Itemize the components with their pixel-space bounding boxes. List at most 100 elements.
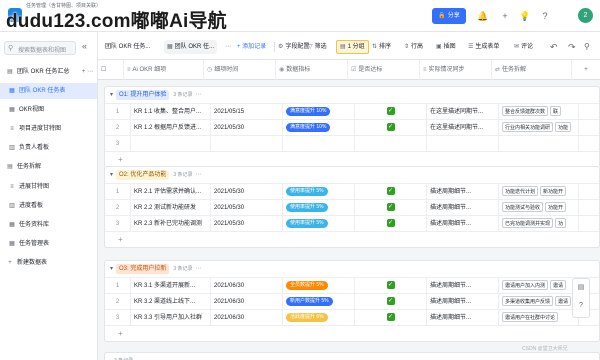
chevron-down-icon[interactable]: ▾: [110, 172, 113, 178]
checkbox-checked[interactable]: ✓: [386, 187, 395, 196]
group-header[interactable]: 3 条记录: [105, 353, 599, 360]
tasks-cell[interactable]: 行业内相关功能调研 功能: [499, 120, 579, 136]
row-height-button[interactable]: ⇕ 行高: [404, 40, 423, 54]
kr-cell[interactable]: KR 2.1 评估需求并确认...: [131, 184, 211, 200]
table-row[interactable]: 1 KR 1.1 收集、整合用户... 2021/05/15 满意度提升 10% ✓ 在这…: [105, 104, 599, 120]
linked-task-chip[interactable]: 功能: [555, 122, 572, 133]
done-checkbox-cell[interactable]: ✓: [355, 294, 427, 310]
checkbox-checked[interactable]: ✓: [386, 123, 395, 132]
date-cell[interactable]: 2021/05/15: [211, 104, 283, 120]
metric-cell[interactable]: 满意度提升 10%: [283, 104, 355, 120]
done-checkbox-cell[interactable]: ✓: [355, 310, 427, 326]
tasks-cell[interactable]: 邀请用户在社群中讨论: [499, 310, 579, 326]
column-header-sync[interactable]: ≡ 实际情况同步: [420, 60, 492, 80]
date-cell[interactable]: 2021/05/30: [211, 184, 283, 200]
group-button[interactable]: ▤ 1 分组: [336, 40, 369, 54]
sync-cell[interactable]: 描述周期细节...: [427, 294, 499, 310]
table-row[interactable]: 3 KR 3.3 引导用户加入社群 2021/06/30 活跃度提升 6% ✓ 描述周期细…: [105, 310, 599, 326]
linked-task-chip[interactable]: 多渠道收集用户反馈: [502, 296, 554, 307]
chevron-down-icon[interactable]: ▾: [110, 266, 113, 272]
group-header[interactable]: ▾ O2: 优化产品功能 3 条记录 ⋯: [105, 167, 599, 184]
metric-cell[interactable]: 活跃度提升 6%: [283, 310, 355, 326]
metric-cell[interactable]: 使用率提升 5%: [283, 184, 355, 200]
kr-cell[interactable]: KR 2.3 新补已完功能调测: [131, 216, 211, 232]
linked-task-chip[interactable]: 功能迭代计划: [502, 186, 539, 197]
tasks-cell[interactable]: 邀请用户加入内测 邀请: [499, 278, 579, 294]
column-header-metric[interactable]: ◉ 数据指标: [276, 60, 348, 80]
idx-cell[interactable]: 1: [105, 184, 131, 200]
tasks-cell[interactable]: 多渠道收集用户反馈 邀请: [499, 294, 579, 310]
column-header-tasks[interactable]: ⇄ 任务拆解: [492, 60, 572, 80]
sync-cell[interactable]: 在这里描述同期节...: [427, 120, 499, 136]
linked-task-chip[interactable]: 联: [550, 106, 562, 117]
done-checkbox-cell[interactable]: ✓: [355, 200, 427, 216]
done-checkbox-cell[interactable]: ✓: [355, 120, 427, 136]
column-header-date[interactable]: ◷ 细项时间: [204, 60, 276, 80]
date-cell[interactable]: 2021/06/30: [211, 278, 283, 294]
chevron-down-icon[interactable]: ▾: [110, 92, 113, 98]
linked-task-chip[interactable]: 新功能开: [540, 186, 567, 197]
linked-task-chip[interactable]: 已完功能调测并实现: [502, 218, 554, 229]
sidebar-item[interactable]: + 新建数据表: [0, 255, 97, 271]
checkbox-checked[interactable]: ✓: [386, 281, 395, 290]
checkbox-checked[interactable]: ✓: [386, 219, 395, 228]
done-checkbox-cell[interactable]: ✓: [355, 184, 427, 200]
kr-cell[interactable]: KR 2.2 测试新功能研发: [131, 200, 211, 216]
sort-button[interactable]: ⇅ 排序: [372, 40, 391, 54]
date-cell[interactable]: [211, 136, 283, 152]
checkbox-checked[interactable]: ✓: [386, 203, 395, 212]
idx-cell[interactable]: 3: [105, 310, 131, 326]
done-checkbox-cell[interactable]: ✓: [355, 216, 427, 232]
tasks-cell[interactable]: 功能迭代计划 新功能开: [499, 184, 579, 200]
group-header[interactable]: ▾ O3: 完成用户拉新 3 条记录 ⋯: [105, 261, 599, 278]
lightbulb-icon[interactable]: 💡: [518, 9, 532, 23]
kr-cell[interactable]: KR 1.1 收集、整合用户...: [131, 104, 211, 120]
image-button[interactable]: ▣ 插图: [436, 40, 456, 54]
sidebar-item[interactable]: ▦ 任务管理表: [0, 236, 97, 252]
idx-cell[interactable]: 2: [105, 120, 131, 136]
metric-cell[interactable]: 使用率提升 5%: [283, 216, 355, 232]
sync-cell[interactable]: 描述周期细节...: [427, 310, 499, 326]
idx-cell[interactable]: 3: [105, 136, 131, 152]
date-cell[interactable]: 2021/05/30: [211, 216, 283, 232]
sidebar-item[interactable]: ▤ 团队 OKR 任务汇总 + ⋯: [0, 64, 97, 80]
linked-task-chip[interactable]: 邀请用户加入内测: [502, 280, 549, 291]
done-checkbox-cell[interactable]: [355, 136, 427, 152]
kr-cell[interactable]: [131, 136, 211, 152]
date-cell[interactable]: 2021/05/30: [211, 200, 283, 216]
table-row[interactable]: 2 KR 1.2 根据用户反馈进... 2021/05/30 满意度提升 10% ✓ 在这…: [105, 120, 599, 136]
table-row[interactable]: 1 KR 2.1 评估需求并确认... 2021/05/30 使用率提升 5% ✓ 描述周…: [105, 184, 599, 200]
comment-button[interactable]: ✉ 评论: [514, 40, 533, 54]
group-more-icon[interactable]: ⋯: [196, 172, 202, 178]
checkbox-checked[interactable]: ✓: [386, 313, 395, 322]
bell-icon[interactable]: 🔔: [476, 9, 490, 23]
tasks-cell[interactable]: 已完功能调测并实现功: [499, 216, 579, 232]
column-header-kr[interactable]: ≡ Ai OKR 细项: [124, 60, 204, 80]
idx-cell[interactable]: 1: [105, 278, 131, 294]
sync-cell[interactable]: 在这里描述同期节...: [427, 104, 499, 120]
linked-task-chip[interactable]: 功: [555, 218, 567, 229]
sidebar-item[interactable]: ≡ 进展甘特图: [0, 179, 97, 195]
table-row[interactable]: 3: [105, 136, 599, 152]
select-all-checkbox[interactable]: ☐: [98, 60, 124, 80]
sidebar-item[interactable]: ▥ 进度看板: [0, 198, 97, 214]
group-more-icon[interactable]: ⋯: [196, 266, 202, 272]
collapse-sidebar-icon[interactable]: «: [82, 41, 87, 51]
metric-cell[interactable]: 使用率提升 5%: [283, 200, 355, 216]
table-row[interactable]: 1 KR 3.1 多渠道开展新... 2021/06/30 全员数提升 5% ✓ 描述周期…: [105, 278, 599, 294]
sync-cell[interactable]: 描述周期细节...: [427, 216, 499, 232]
table-row[interactable]: 2 KR 2.2 测试新功能研发 2021/05/30 使用率提升 5% ✓ 描述周期细节…: [105, 200, 599, 216]
idx-cell[interactable]: 2: [105, 294, 131, 310]
sidebar-item[interactable]: ≡ 项目进度甘特图: [0, 121, 97, 137]
linked-task-chip[interactable]: 邀请用户在社群中讨论: [502, 312, 559, 323]
redo-icon[interactable]: ↷: [568, 40, 576, 54]
plus-icon[interactable]: +: [498, 9, 512, 23]
linked-task-chip[interactable]: 整合反馈建群次数: [502, 106, 549, 117]
kr-cell[interactable]: KR 3.2 渠道线上线下...: [131, 294, 211, 310]
checkbox-checked[interactable]: ✓: [386, 297, 395, 306]
linked-task-chip[interactable]: 邀请: [550, 280, 567, 291]
kr-cell[interactable]: KR 1.2 根据用户反馈进...: [131, 120, 211, 136]
tasks-cell[interactable]: 整合反馈建群次数联: [499, 104, 579, 120]
document-icon[interactable]: ▤: [573, 279, 589, 297]
done-checkbox-cell[interactable]: ✓: [355, 278, 427, 294]
